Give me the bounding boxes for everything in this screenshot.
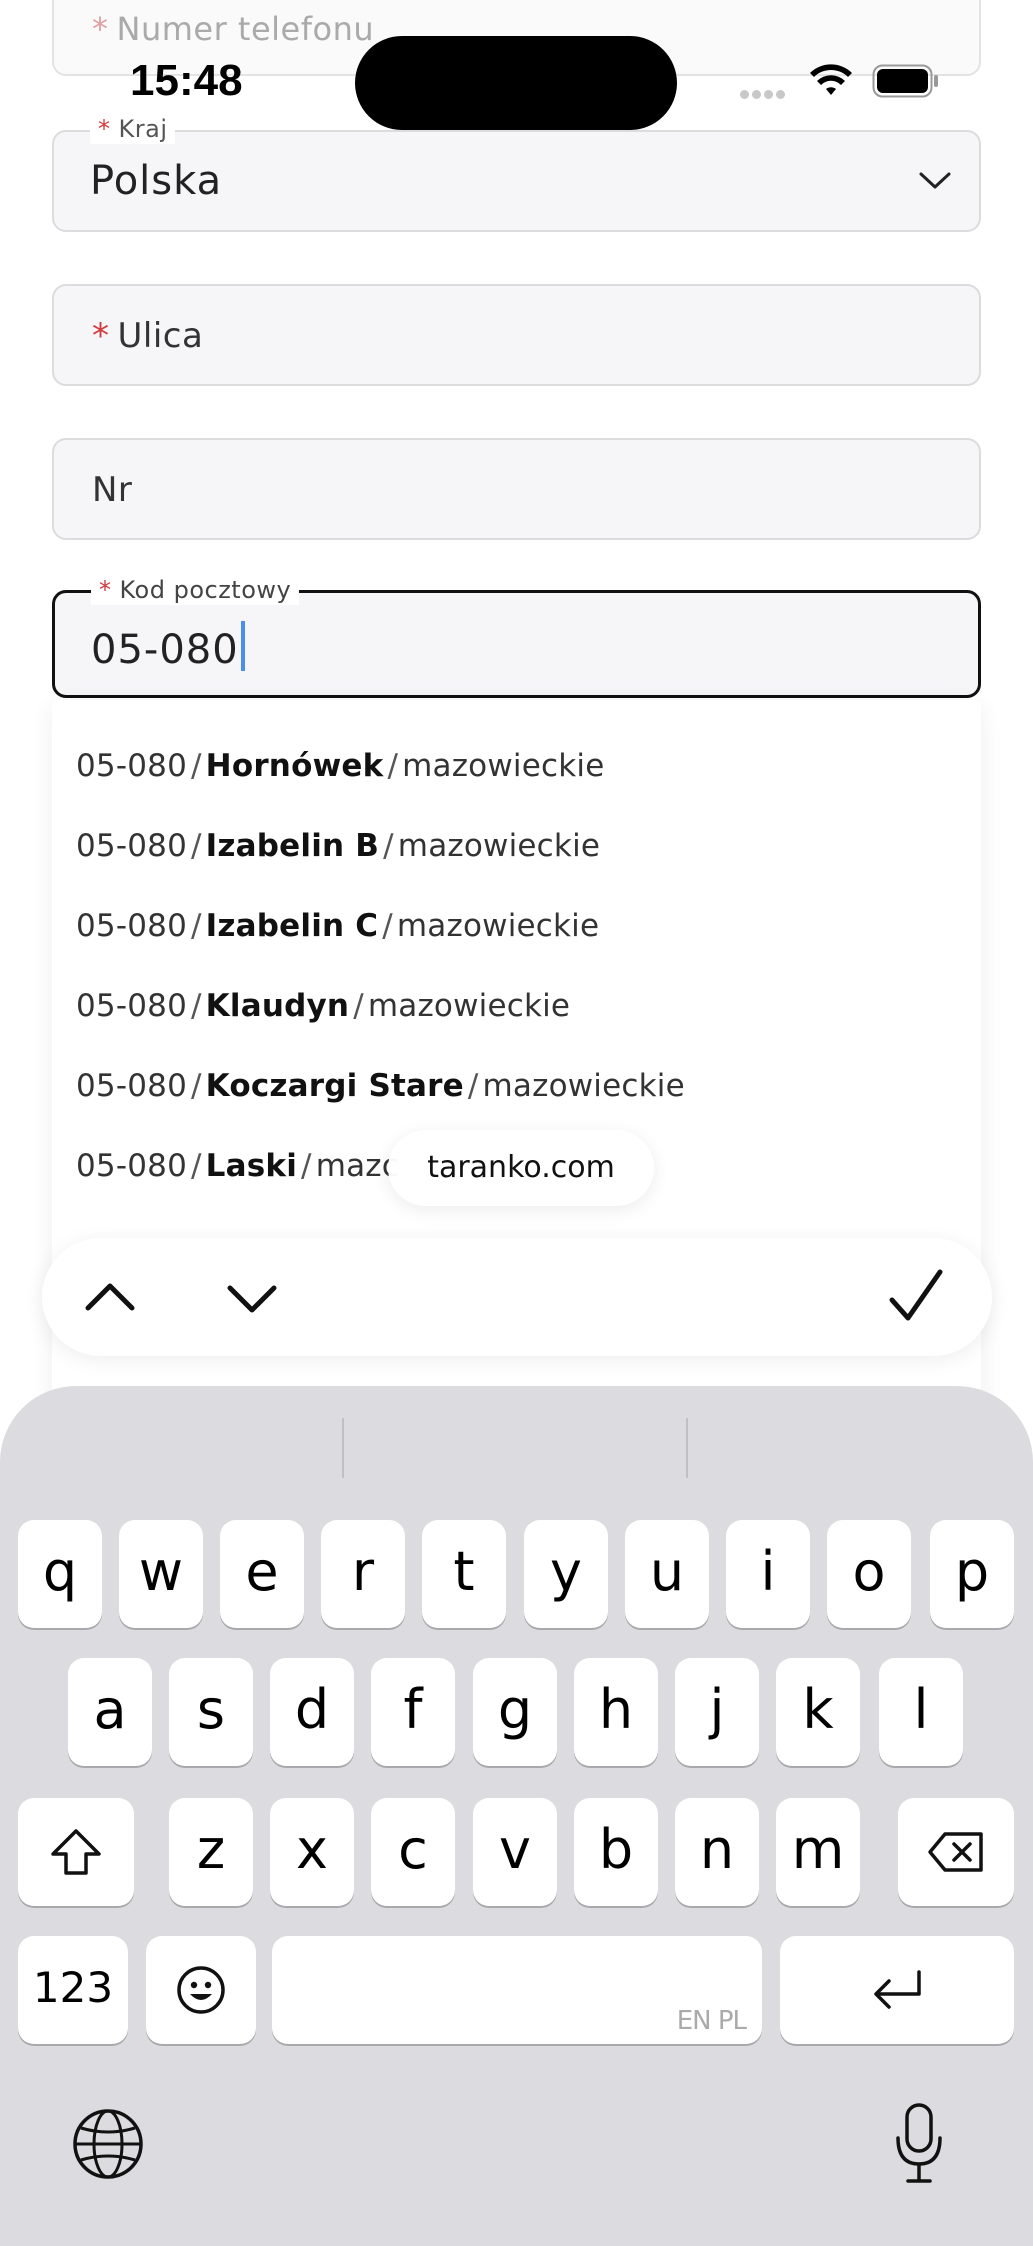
cellular-signal-icon: [740, 84, 790, 99]
key-e[interactable]: e: [220, 1520, 304, 1628]
number-field[interactable]: Nr: [52, 438, 981, 540]
street-placeholder: * Ulica: [92, 316, 204, 356]
key-p[interactable]: p: [930, 1520, 1014, 1628]
key-z[interactable]: z: [169, 1798, 253, 1906]
suggestion-item[interactable]: 05-080/Koczargi Stare / mazowieckie: [76, 1068, 685, 1104]
shift-icon: [51, 1829, 101, 1875]
status-bar: 15:48: [0, 0, 1033, 140]
key-l[interactable]: l: [879, 1658, 963, 1766]
key-o[interactable]: o: [827, 1520, 911, 1628]
suggestion-divider: [342, 1418, 344, 1478]
status-time: 15:48: [130, 56, 243, 105]
suggestion-item[interactable]: 05-080/Izabelin C / mazowieckie: [76, 908, 599, 944]
country-select[interactable]: * Kraj Polska: [52, 114, 981, 232]
street-field[interactable]: * Ulica: [52, 284, 981, 386]
microphone-icon[interactable]: [894, 2102, 944, 2186]
key-a[interactable]: a: [68, 1658, 152, 1766]
key-c[interactable]: c: [371, 1798, 455, 1906]
key-m[interactable]: m: [776, 1798, 860, 1906]
battery-icon: [872, 64, 938, 98]
numbers-key[interactable]: 123: [18, 1936, 128, 2044]
key-i[interactable]: i: [726, 1520, 810, 1628]
key-d[interactable]: d: [270, 1658, 354, 1766]
keyboard-accessory-bar: [42, 1238, 992, 1356]
number-placeholder: Nr: [92, 470, 133, 510]
key-v[interactable]: v: [473, 1798, 557, 1906]
emoji-key[interactable]: [146, 1936, 256, 2044]
postal-code-label: * Kod pocztowy: [91, 575, 300, 605]
key-u[interactable]: u: [625, 1520, 709, 1628]
emoji-icon: [177, 1966, 225, 2014]
keyboard-language-indicator: EN PL: [676, 2006, 747, 2036]
suggestion-item[interactable]: 05-080/Klaudyn / mazowieckie: [76, 988, 570, 1024]
key-x[interactable]: x: [270, 1798, 354, 1906]
dynamic-island: [355, 36, 677, 130]
delete-key[interactable]: [898, 1798, 1014, 1906]
delete-icon: [928, 1832, 983, 1872]
return-key[interactable]: [780, 1936, 1014, 2044]
key-s[interactable]: s: [169, 1658, 253, 1766]
key-q[interactable]: q: [18, 1520, 102, 1628]
chevron-down-icon: [919, 172, 951, 189]
screen: * Numer telefonu 15:48 * Kraj Polska * Ulic…: [0, 0, 1033, 2246]
wifi-icon: [810, 64, 852, 95]
key-k[interactable]: k: [776, 1658, 860, 1766]
checkmark-icon[interactable]: [880, 1262, 952, 1334]
suggestion-item[interactable]: 05-080/Laski / mazc: [76, 1148, 399, 1184]
key-h[interactable]: h: [574, 1658, 658, 1766]
key-n[interactable]: n: [675, 1798, 759, 1906]
return-icon: [874, 1970, 921, 2009]
key-t[interactable]: t: [422, 1520, 506, 1628]
chevron-up-icon[interactable]: [74, 1262, 146, 1334]
key-b[interactable]: b: [574, 1798, 658, 1906]
key-w[interactable]: w: [119, 1520, 203, 1628]
postal-code-value: 05-080: [91, 621, 245, 673]
globe-icon[interactable]: [70, 2106, 146, 2182]
postal-code-field[interactable]: * Kod pocztowy 05-080: [52, 575, 981, 698]
shift-key[interactable]: [18, 1798, 134, 1906]
software-keyboard: q w e r t y u i o p a s d f g h j k l z …: [0, 1386, 1033, 2246]
key-f[interactable]: f: [371, 1658, 455, 1766]
key-j[interactable]: j: [675, 1658, 759, 1766]
key-y[interactable]: y: [524, 1520, 608, 1628]
space-key[interactable]: EN PL: [272, 1936, 762, 2044]
website-url-pill[interactable]: taranko.com: [388, 1130, 654, 1206]
country-value: Polska: [90, 158, 223, 204]
chevron-down-icon[interactable]: [216, 1262, 288, 1334]
suggestion-item[interactable]: 05-080/Izabelin B / mazowieckie: [76, 828, 600, 864]
key-g[interactable]: g: [473, 1658, 557, 1766]
key-r[interactable]: r: [321, 1520, 405, 1628]
text-caret: [240, 621, 245, 671]
suggestion-divider: [686, 1418, 688, 1478]
suggestion-item[interactable]: 05-080/Hornówek / mazowieckie: [76, 748, 604, 784]
